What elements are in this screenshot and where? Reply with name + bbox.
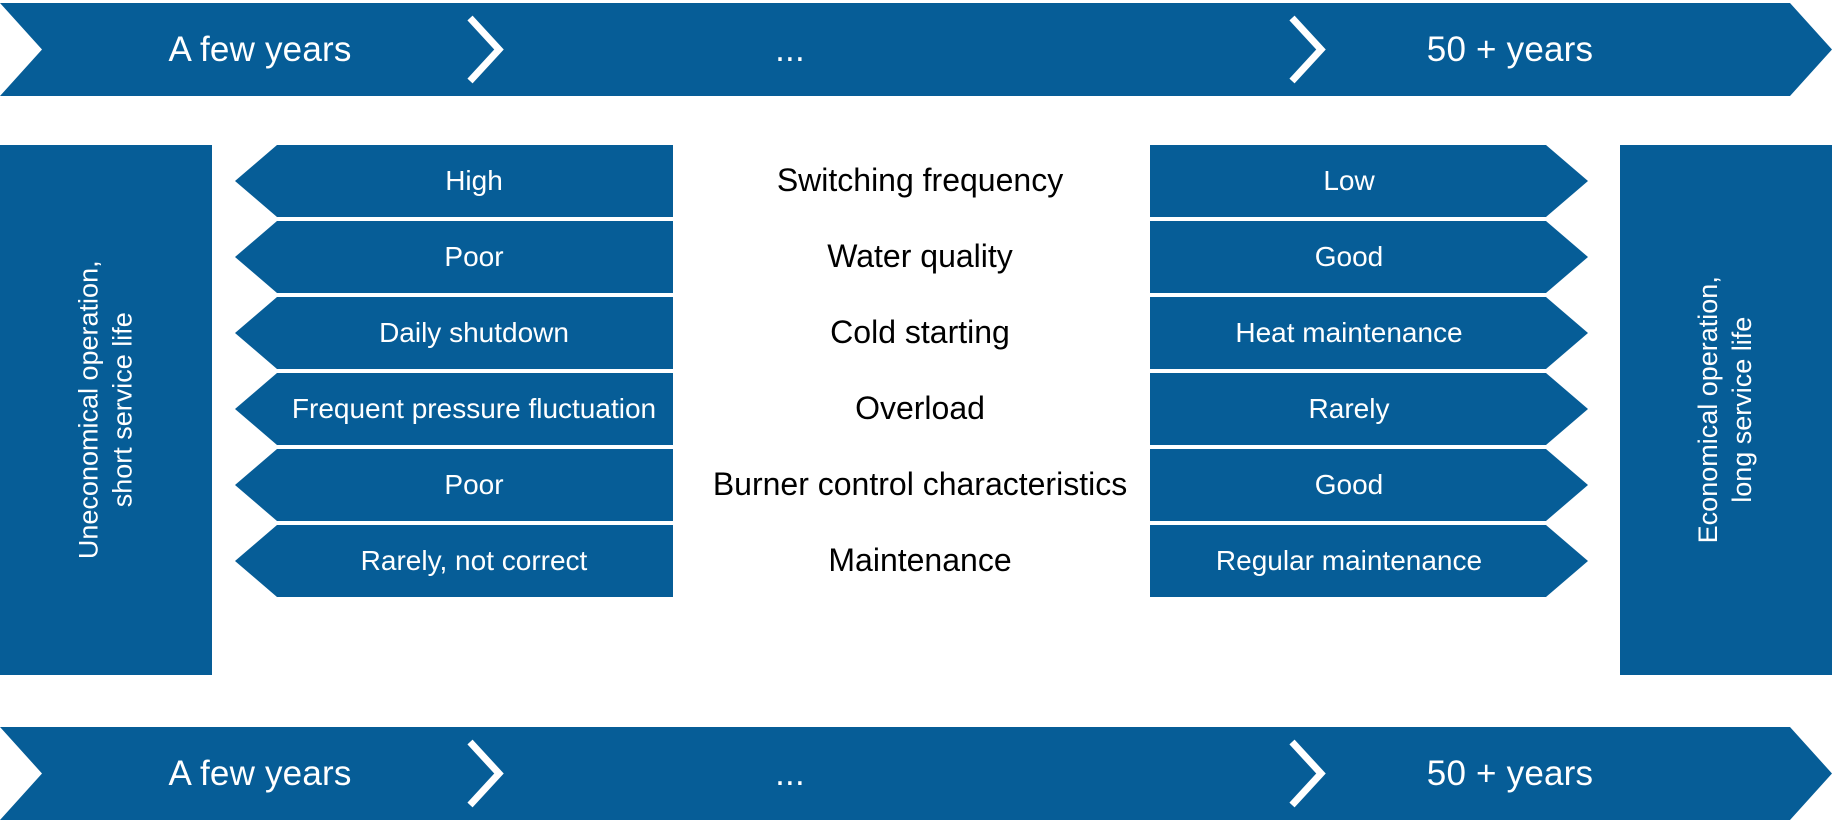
left-arrow-value: Poor xyxy=(235,449,673,521)
timeline-top-middle-label: ... xyxy=(775,29,805,69)
right-arrow-value: Low xyxy=(1150,145,1588,217)
left-arrow-value: Rarely, not correct xyxy=(235,525,673,597)
side-panel-right-text: Economical operation, long service life xyxy=(1692,276,1760,543)
table-row: Frequent pressure fluctuation Overload R… xyxy=(0,373,1832,445)
left-arrow-value: Frequent pressure fluctuation xyxy=(235,373,673,445)
criterion-label: Overload xyxy=(855,390,985,427)
table-row: Daily shutdown Cold starting Heat mainte… xyxy=(0,297,1832,369)
side-panel-right-line2: long service life xyxy=(1727,316,1757,504)
chevron-right-icon xyxy=(1288,15,1328,84)
table-row: Rarely, not correct Maintenance Regular … xyxy=(0,525,1832,597)
right-arrow-value: Rarely xyxy=(1150,373,1588,445)
chevron-right-icon xyxy=(1288,739,1328,808)
right-arrow-value: Heat maintenance xyxy=(1150,297,1588,369)
right-arrow-value: Good xyxy=(1150,449,1588,521)
diagram-canvas: A few years ... 50 + years Uneconomical … xyxy=(0,0,1832,823)
table-row: Poor Burner control characteristics Good xyxy=(0,449,1832,521)
comparison-rows: High Switching frequency Low Poor Water … xyxy=(0,145,1832,675)
left-arrow-value: Daily shutdown xyxy=(235,297,673,369)
side-panel-right: Economical operation, long service life xyxy=(1620,145,1832,675)
timeline-top-end-label: 50 + years xyxy=(1426,29,1594,69)
timeline-bottom-middle-label: ... xyxy=(775,753,805,793)
criterion-label: Cold starting xyxy=(830,314,1010,351)
criterion-label: Water quality xyxy=(827,238,1013,275)
table-row: High Switching frequency Low xyxy=(0,145,1832,217)
right-arrow-value: Good xyxy=(1150,221,1588,293)
chevron-right-icon xyxy=(466,739,506,808)
criterion-label: Maintenance xyxy=(828,542,1012,579)
left-arrow-value: Poor xyxy=(235,221,673,293)
side-panel-right-line1: Economical operation, xyxy=(1693,276,1724,544)
criterion-label: Burner control characteristics xyxy=(712,466,1128,503)
chevron-right-icon xyxy=(466,15,506,84)
right-arrow-value: Regular maintenance xyxy=(1150,525,1588,597)
comparison-section: Uneconomical operation, short service li… xyxy=(0,145,1832,675)
timeline-banner-bottom: A few years ... 50 + years xyxy=(0,727,1832,820)
timeline-bottom-start-label: A few years xyxy=(168,753,352,793)
timeline-banner-top: A few years ... 50 + years xyxy=(0,3,1832,96)
timeline-top-start-label: A few years xyxy=(168,29,352,69)
timeline-bottom-end-label: 50 + years xyxy=(1426,753,1594,793)
criterion-label: Switching frequency xyxy=(776,162,1064,199)
left-arrow-value: High xyxy=(235,145,673,217)
table-row: Poor Water quality Good xyxy=(0,221,1832,293)
